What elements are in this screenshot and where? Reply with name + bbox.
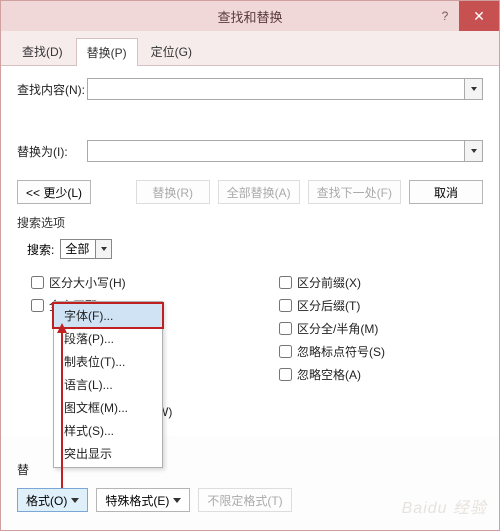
chk-prefix[interactable]: 区分前缀(X): [275, 273, 483, 292]
no-format-button[interactable]: 不限定格式(T): [198, 488, 291, 512]
tab-strip: 查找(D) 替换(P) 定位(G): [1, 31, 499, 66]
menu-item-language[interactable]: 语言(L)...: [54, 373, 162, 396]
special-format-button[interactable]: 特殊格式(E): [96, 488, 190, 512]
annotation-arrow: [61, 331, 63, 491]
find-input[interactable]: [87, 78, 483, 100]
window-controls: ? ✕: [431, 1, 499, 31]
help-button[interactable]: ?: [431, 1, 459, 31]
menu-item-paragraph[interactable]: 段落(P)...: [54, 327, 162, 350]
search-direction-select[interactable]: 全部: [60, 239, 112, 259]
chevron-down-icon: [71, 498, 79, 503]
search-direction-label: 搜索:: [27, 241, 54, 258]
chk-punct[interactable]: 忽略标点符号(S): [275, 342, 483, 361]
menu-item-tabs[interactable]: 制表位(T)...: [54, 350, 162, 373]
menu-item-frame[interactable]: 图文框(M)...: [54, 396, 162, 419]
checkbox[interactable]: [279, 322, 292, 335]
watermark: Baidu 经验: [402, 494, 487, 518]
checkbox[interactable]: [279, 345, 292, 358]
find-row: 查找内容(N):: [17, 78, 483, 100]
replace-section-label: 替: [17, 461, 29, 478]
chevron-down-icon[interactable]: [95, 240, 111, 258]
replace-button[interactable]: 替换(R): [136, 180, 210, 204]
tab-goto[interactable]: 定位(G): [140, 37, 203, 65]
checkbox[interactable]: [31, 276, 44, 289]
menu-item-highlight[interactable]: 突出显示: [54, 442, 162, 465]
replace-row: 替换为(I):: [17, 140, 483, 162]
window-title: 查找和替换: [217, 7, 282, 26]
dialog-window: 查找和替换 ? ✕ 查找(D) 替换(P) 定位(G) 查找内容(N): 替换为…: [0, 0, 500, 531]
chevron-down-icon: [173, 498, 181, 503]
format-button[interactable]: 格式(O): [17, 488, 88, 512]
find-next-button[interactable]: 查找下一处(F): [308, 180, 401, 204]
menu-item-font[interactable]: 字体(F)...: [52, 302, 164, 329]
cancel-button[interactable]: 取消: [409, 180, 483, 204]
find-label: 查找内容(N):: [17, 81, 87, 98]
checkbox[interactable]: [279, 368, 292, 381]
search-options-title: 搜索选项: [17, 214, 483, 231]
replace-input[interactable]: [87, 140, 483, 162]
chevron-down-icon[interactable]: [464, 79, 482, 99]
close-button[interactable]: ✕: [459, 1, 499, 31]
chk-space[interactable]: 忽略空格(A): [275, 365, 483, 384]
checkbox[interactable]: [31, 299, 44, 312]
chk-suffix[interactable]: 区分后缀(T): [275, 296, 483, 315]
chk-fullhalf[interactable]: 区分全/半角(M): [275, 319, 483, 338]
search-direction-row: 搜索: 全部: [27, 239, 483, 259]
bottom-buttons: 格式(O) 特殊格式(E) 不限定格式(T): [17, 488, 292, 512]
options-right-col: 区分前缀(X) 区分后缀(T) 区分全/半角(M) 忽略标点符号(S) 忽略空格…: [275, 269, 483, 424]
chevron-down-icon[interactable]: [464, 141, 482, 161]
titlebar: 查找和替换 ? ✕: [1, 1, 499, 31]
replace-all-button[interactable]: 全部替换(A): [218, 180, 300, 204]
checkbox[interactable]: [279, 299, 292, 312]
tab-find[interactable]: 查找(D): [11, 37, 74, 65]
menu-item-style[interactable]: 样式(S)...: [54, 419, 162, 442]
replace-label: 替换为(I):: [17, 143, 87, 160]
format-menu: 字体(F)... 段落(P)... 制表位(T)... 语言(L)... 图文框…: [53, 301, 163, 468]
less-button[interactable]: << 更少(L): [17, 180, 91, 204]
search-direction-value: 全部: [65, 242, 89, 256]
tab-replace[interactable]: 替换(P): [76, 38, 138, 66]
chk-match-case[interactable]: 区分大小写(H): [27, 273, 235, 292]
button-row: << 更少(L) 替换(R) 全部替换(A) 查找下一处(F) 取消: [17, 180, 483, 204]
checkbox[interactable]: [279, 276, 292, 289]
